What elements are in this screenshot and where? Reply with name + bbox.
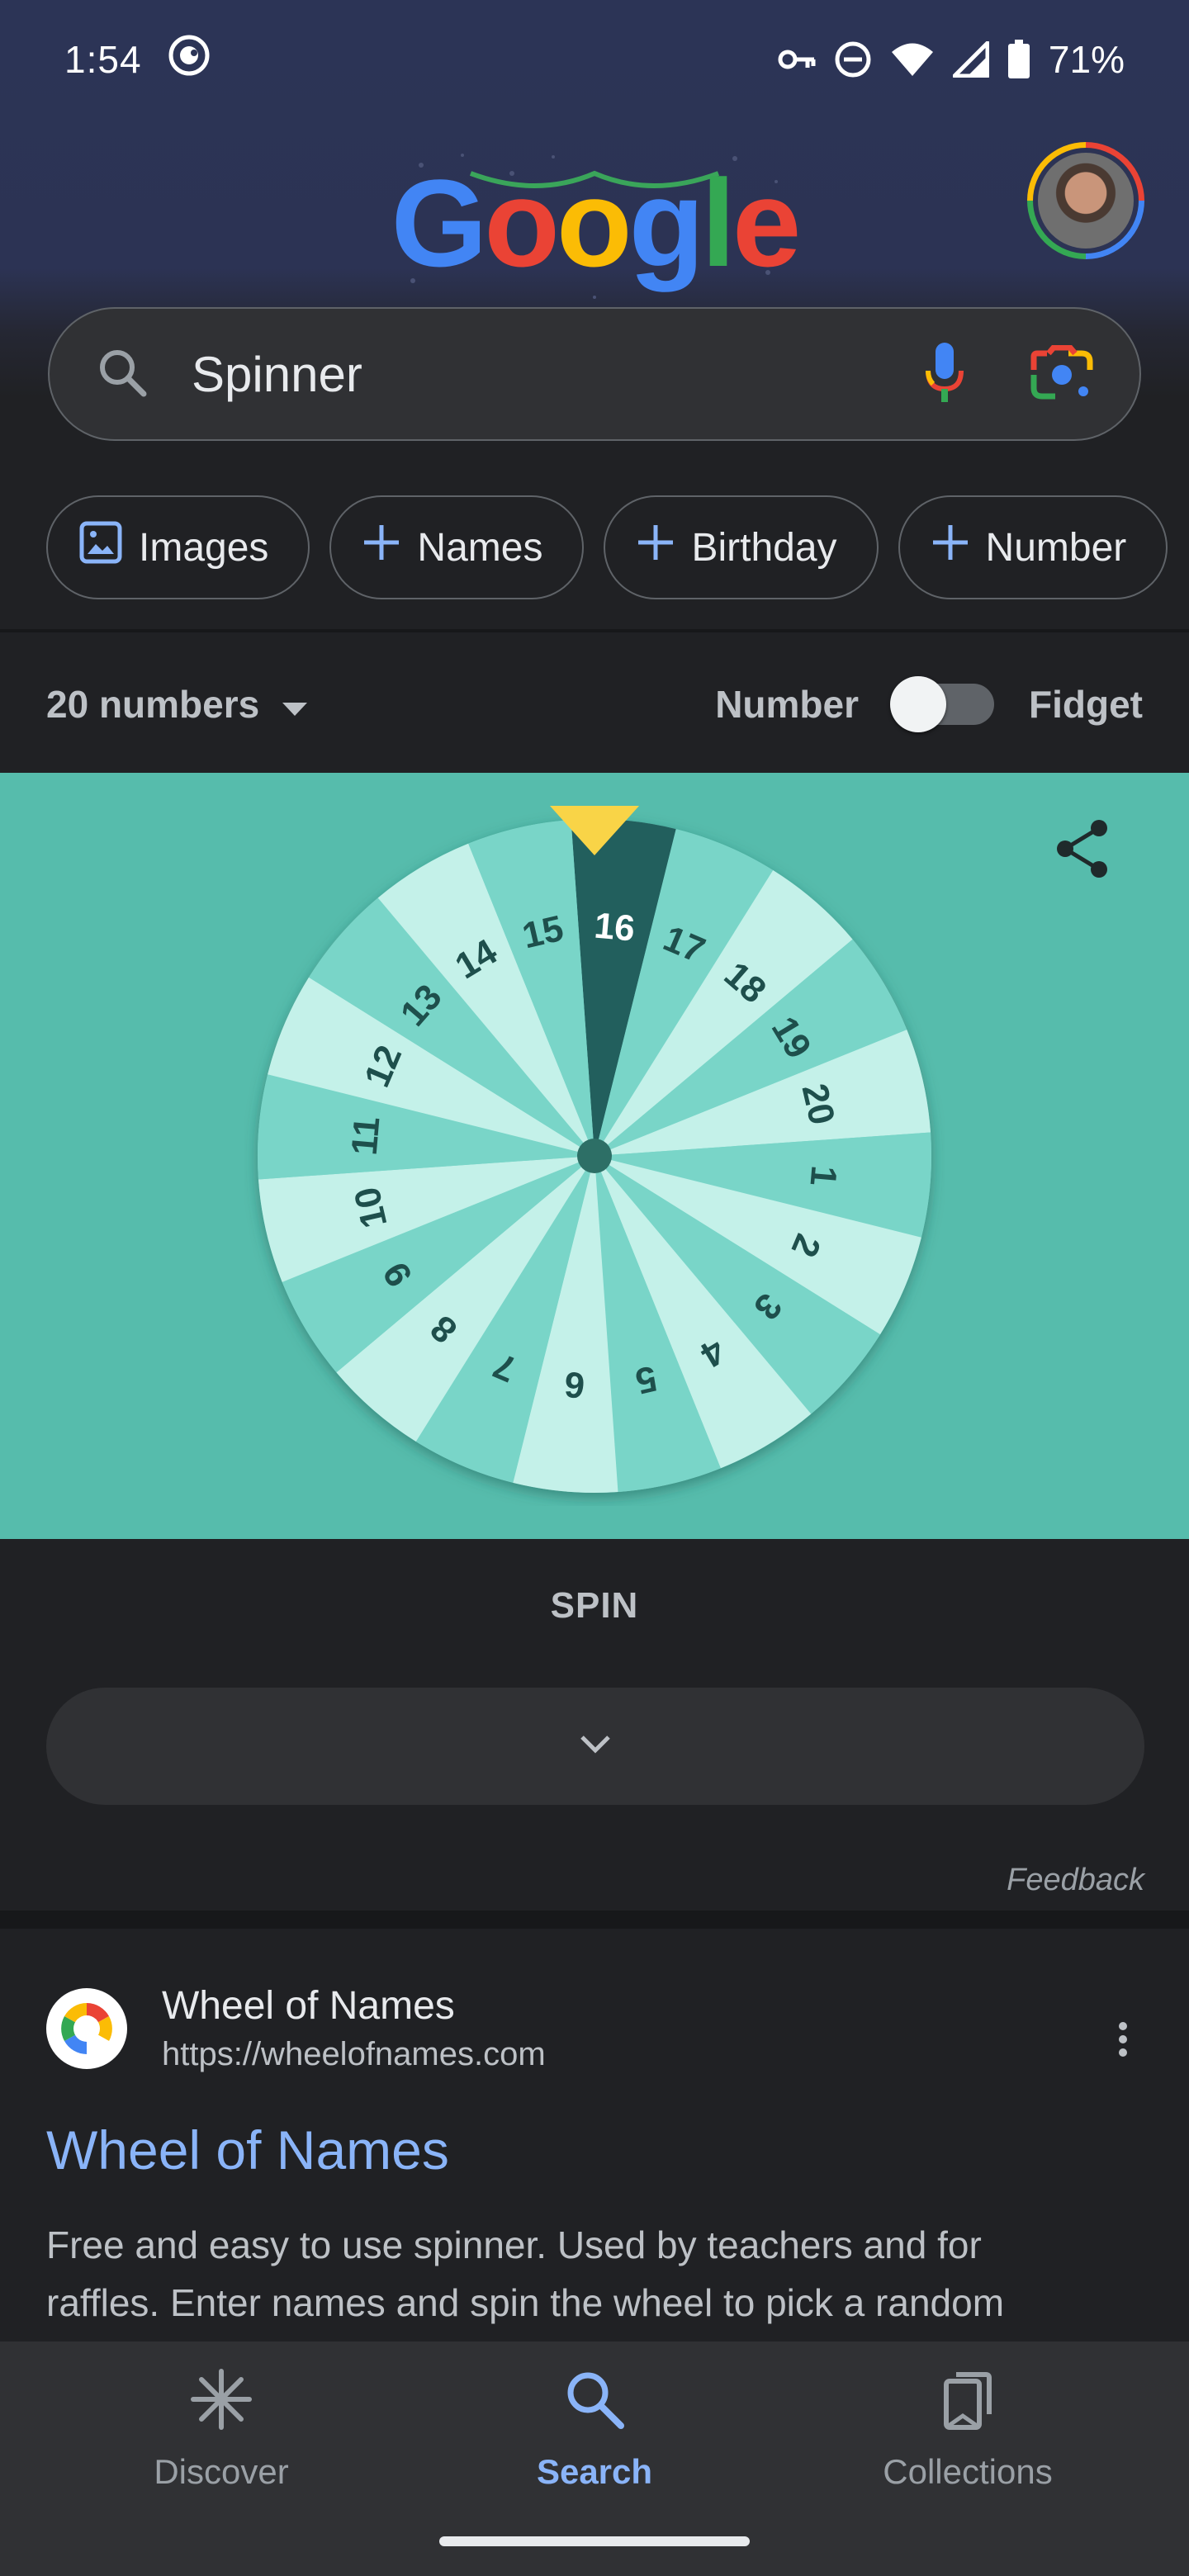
status-bar: 1:54 71%	[0, 0, 1189, 119]
plus-icon	[931, 523, 969, 571]
do-not-disturb-icon	[834, 40, 872, 78]
spinner-controls: 20 numbers Number Fidget	[0, 636, 1189, 773]
expand-button[interactable]	[46, 1688, 1144, 1805]
chip-names[interactable]: Names	[329, 495, 585, 599]
number-count-label: 20 numbers	[46, 683, 260, 726]
result-title-link[interactable]: Wheel of Names	[46, 2119, 449, 2181]
nav-label: Search	[536, 2452, 653, 2491]
plus-icon	[362, 523, 400, 571]
mode-fidget-label: Fidget	[1029, 683, 1143, 726]
snippet-line: Free and easy to use spinner. Used by te…	[46, 2223, 982, 2266]
battery-icon	[1007, 40, 1030, 79]
nav-label: Collections	[883, 2452, 1053, 2491]
section-divider	[0, 1911, 1189, 1929]
voice-search-icon[interactable]	[925, 341, 964, 408]
spinner-wheel-area: 16 17 18 19 20 1 2 3 4 5 6 7 8 9 10 11 12 13 14 15	[0, 773, 1189, 1539]
chip-birthday[interactable]: Birthday	[604, 495, 879, 599]
nav-collections[interactable]: Collections	[844, 2368, 1092, 2492]
nav-discover[interactable]: Discover	[97, 2368, 345, 2492]
google-doodle-logo[interactable]: Google	[388, 140, 801, 305]
wifi-icon	[890, 41, 935, 78]
result-url[interactable]: https://wheelofnames.com	[162, 2036, 546, 2073]
image-icon	[79, 521, 122, 574]
nav-search[interactable]: Search	[471, 2368, 718, 2492]
number-wheel[interactable]: 16 171819201234567891011121314 15	[244, 806, 945, 1506]
nav-label: Discover	[154, 2452, 289, 2491]
result-site-name[interactable]: Wheel of Names	[162, 1983, 455, 2029]
discover-icon	[190, 2368, 253, 2439]
chip-number[interactable]: Number	[898, 495, 1168, 599]
cellular-signal-icon	[952, 41, 989, 78]
search-icon	[563, 2368, 626, 2439]
wheel-number-label: 1	[802, 1164, 844, 1188]
lens-icon[interactable]	[1030, 344, 1093, 404]
wheel-center-hub	[577, 1139, 612, 1173]
vpn-key-icon	[778, 47, 816, 72]
mode-switch[interactable]	[890, 676, 995, 732]
chip-label: Names	[417, 525, 543, 570]
home-indicator[interactable]	[439, 2536, 750, 2546]
plus-icon	[637, 523, 675, 571]
chip-images[interactable]: Images	[46, 495, 310, 599]
spin-button[interactable]: SPIN	[0, 1552, 1189, 1660]
feedback-link[interactable]: Feedback	[1007, 1863, 1144, 1898]
wheel-number-label: 6	[562, 1363, 586, 1405]
chip-label: Number	[985, 525, 1127, 570]
more-options-icon[interactable]	[1118, 2021, 1128, 2062]
chevron-down-icon	[579, 1734, 612, 1759]
search-icon	[96, 346, 149, 403]
section-divider	[0, 629, 1189, 632]
wheel-number-label: 11	[344, 1115, 388, 1157]
number-count-dropdown[interactable]: 20 numbers	[46, 682, 309, 727]
search-bar[interactable]: Spinner	[48, 307, 1141, 441]
dropdown-arrow-icon	[281, 682, 309, 727]
result-snippet: Free and easy to use spinner. Used by te…	[46, 2216, 1144, 2332]
chip-label: Birthday	[691, 525, 837, 570]
switch-knob	[890, 676, 947, 732]
collections-icon	[936, 2368, 999, 2439]
account-avatar[interactable]	[1027, 142, 1144, 259]
battery-percentage: 71%	[1048, 38, 1125, 81]
site-favicon[interactable]	[46, 1988, 127, 2069]
mode-toggle: Number Fidget	[715, 676, 1143, 732]
doodle-wordmark: Google	[391, 153, 802, 292]
mode-number-label: Number	[715, 683, 860, 726]
wheel-number-label: 16	[593, 906, 637, 949]
snippet-line: raffles. Enter names and spin the wheel …	[46, 2281, 1005, 2324]
chip-label: Images	[139, 525, 269, 570]
share-icon[interactable]	[1054, 817, 1111, 884]
search-input[interactable]: Spinner	[192, 346, 362, 403]
app-notification-icon	[167, 33, 211, 87]
filter-chips: Images Names Birthday Number	[46, 495, 1168, 599]
status-time: 1:54	[64, 38, 142, 81]
